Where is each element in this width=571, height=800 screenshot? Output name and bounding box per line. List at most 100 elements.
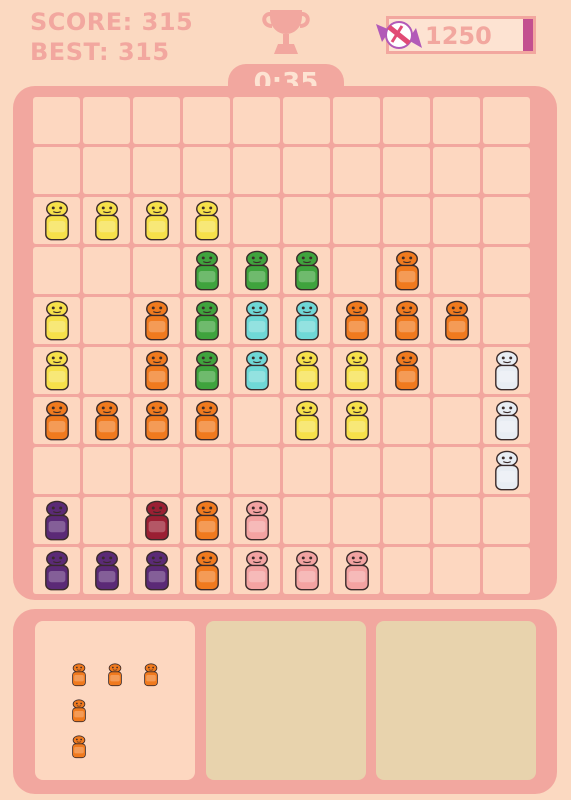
candy-piece xyxy=(243,299,271,347)
board-cell[interactable] xyxy=(383,97,430,144)
candy-piece xyxy=(443,299,471,347)
board-cell[interactable] xyxy=(483,547,530,594)
board-cell[interactable] xyxy=(383,397,430,444)
tray-candy-piece[interactable] xyxy=(71,697,87,729)
candy-piece xyxy=(293,299,321,347)
board-cell[interactable] xyxy=(133,97,180,144)
board-cell[interactable] xyxy=(433,447,480,494)
board-cell[interactable] xyxy=(183,447,230,494)
board-cell[interactable] xyxy=(233,397,280,444)
candy-piece xyxy=(193,399,221,447)
board-cell[interactable] xyxy=(383,497,430,544)
candy-piece xyxy=(243,549,271,597)
candy-piece xyxy=(293,399,321,447)
candy-icon xyxy=(376,21,422,49)
piece-slot-2[interactable] xyxy=(206,621,366,780)
candy-piece xyxy=(193,499,221,547)
board-cell[interactable] xyxy=(433,347,480,394)
board-cell[interactable] xyxy=(83,297,130,344)
board-cell[interactable] xyxy=(283,497,330,544)
board-cell[interactable] xyxy=(133,447,180,494)
board-cell[interactable] xyxy=(333,247,380,294)
board-cell[interactable] xyxy=(333,147,380,194)
candy-piece xyxy=(43,549,71,597)
piece-slot-3[interactable] xyxy=(376,621,536,780)
board-cell[interactable] xyxy=(183,97,230,144)
candy-piece xyxy=(143,399,171,447)
tray-candy-piece[interactable] xyxy=(107,661,123,693)
board-cell[interactable] xyxy=(383,447,430,494)
candy-piece xyxy=(43,199,71,247)
candy-piece xyxy=(143,199,171,247)
piece-tray xyxy=(13,609,557,794)
board-cell[interactable] xyxy=(433,547,480,594)
board-cell[interactable] xyxy=(383,197,430,244)
board-cell[interactable] xyxy=(233,447,280,494)
board-cell[interactable] xyxy=(333,497,380,544)
board-cell[interactable] xyxy=(483,247,530,294)
candy-piece xyxy=(143,549,171,597)
game-board[interactable] xyxy=(13,86,557,600)
candy-piece xyxy=(493,399,521,447)
candy-piece xyxy=(143,499,171,547)
candy-piece xyxy=(143,299,171,347)
board-cell[interactable] xyxy=(483,97,530,144)
board-cell[interactable] xyxy=(33,97,80,144)
board-cell[interactable] xyxy=(33,147,80,194)
board-cell[interactable] xyxy=(433,197,480,244)
trophy-icon[interactable] xyxy=(258,4,314,58)
board-cell[interactable] xyxy=(283,197,330,244)
board-cell[interactable] xyxy=(283,447,330,494)
board-cell[interactable] xyxy=(483,147,530,194)
board-cell[interactable] xyxy=(33,247,80,294)
board-cell[interactable] xyxy=(233,147,280,194)
candy-count: 1250 xyxy=(425,22,492,50)
board-cell[interactable] xyxy=(333,97,380,144)
board-cell[interactable] xyxy=(83,497,130,544)
best-score-label: BEST: 315 xyxy=(30,38,170,66)
board-cell[interactable] xyxy=(183,147,230,194)
board-cell[interactable] xyxy=(383,547,430,594)
candy-piece xyxy=(493,349,521,397)
candy-piece xyxy=(293,549,321,597)
board-cell[interactable] xyxy=(433,497,480,544)
board-cell[interactable] xyxy=(83,447,130,494)
candy-piece xyxy=(493,449,521,497)
tray-candy-piece[interactable] xyxy=(71,661,87,693)
candy-piece xyxy=(43,299,71,347)
board-cell[interactable] xyxy=(433,247,480,294)
board-cell[interactable] xyxy=(283,147,330,194)
board-cell[interactable] xyxy=(83,97,130,144)
piece-slot-1[interactable] xyxy=(35,621,195,780)
candy-piece xyxy=(193,299,221,347)
board-cell[interactable] xyxy=(283,97,330,144)
candy-piece xyxy=(343,299,371,347)
tray-candy-piece[interactable] xyxy=(143,661,159,693)
board-cell[interactable] xyxy=(433,97,480,144)
board-cell[interactable] xyxy=(483,497,530,544)
board-cell[interactable] xyxy=(233,97,280,144)
board-cell[interactable] xyxy=(83,247,130,294)
board-cell[interactable] xyxy=(83,147,130,194)
board-cell[interactable] xyxy=(433,147,480,194)
candy-piece xyxy=(193,199,221,247)
board-cell[interactable] xyxy=(483,297,530,344)
board-cell[interactable] xyxy=(483,197,530,244)
board-cell[interactable] xyxy=(383,147,430,194)
candy-bar xyxy=(523,19,533,51)
board-cell[interactable] xyxy=(433,397,480,444)
tray-candy-piece[interactable] xyxy=(71,733,87,765)
board-cell[interactable] xyxy=(33,447,80,494)
board-cell[interactable] xyxy=(133,147,180,194)
candy-piece xyxy=(143,349,171,397)
board-cell[interactable] xyxy=(333,197,380,244)
board-cell[interactable] xyxy=(83,347,130,394)
board-cell[interactable] xyxy=(233,197,280,244)
candy-piece xyxy=(343,349,371,397)
candy-piece xyxy=(93,399,121,447)
candy-piece xyxy=(393,299,421,347)
candy-piece xyxy=(393,249,421,297)
board-cell[interactable] xyxy=(333,447,380,494)
candy-piece xyxy=(343,549,371,597)
board-cell[interactable] xyxy=(133,247,180,294)
